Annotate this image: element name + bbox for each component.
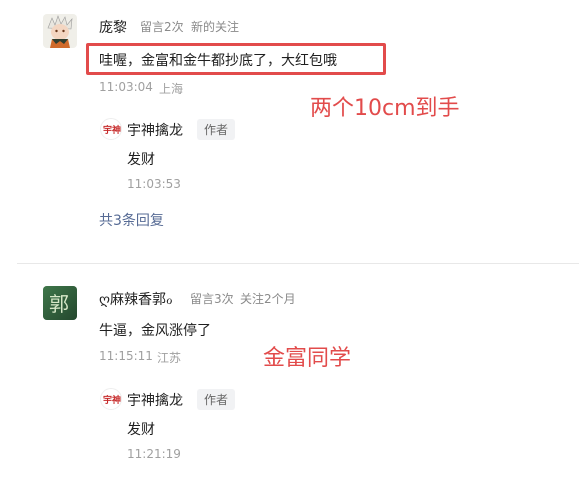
comment-text: 牛逼，金风涨停了 (99, 323, 211, 339)
user-avatar-1[interactable] (43, 14, 77, 48)
comment-count: 留言3次 (190, 292, 234, 306)
reply-author-name[interactable]: 宇神擒龙 (127, 120, 183, 140)
reply-text: 发财 (127, 152, 155, 168)
comment-username[interactable]: ღ麻辣香郭ℴ (99, 289, 172, 309)
reply-time: 11:21:19 (127, 447, 181, 461)
author-avatar[interactable]: 宇神 (100, 118, 122, 140)
view-more-replies-link[interactable]: 共3条回复 (99, 210, 164, 230)
author-badge: 作者 (197, 389, 236, 410)
green-calligraphy-avatar-icon: 郭 (43, 286, 77, 320)
reply-text: 发财 (127, 422, 155, 438)
reply-time: 11:03:53 (127, 177, 181, 191)
follow-status: 新的关注 (191, 20, 240, 34)
comment-location: 上海 (159, 82, 184, 96)
annotation-text: 两个10cm到手 (310, 96, 460, 121)
svg-text:宇神: 宇神 (103, 124, 121, 136)
svg-text:郭: 郭 (49, 292, 69, 316)
comment-count: 留言2次 (140, 20, 184, 34)
reply-author-name[interactable]: 宇神擒龙 (127, 390, 183, 410)
follow-status: 关注2个月 (240, 292, 296, 306)
author-badge: 作者 (197, 119, 236, 140)
user-avatar-2[interactable]: 郭 (43, 286, 77, 320)
comment-divider (17, 263, 579, 264)
comment-time: 11:15:11 (99, 349, 153, 363)
comment-time: 11:03:04 (99, 80, 153, 94)
comment-location: 江苏 (157, 351, 182, 365)
author-avatar[interactable]: 宇神 (100, 388, 122, 410)
annotation-text: 金富同学 (263, 346, 352, 371)
comment-text: 哇喔，金富和金牛都抄底了，大红包哦 (99, 53, 337, 69)
svg-text:宇神: 宇神 (103, 394, 121, 406)
red-calligraphy-logo-icon: 宇神 (103, 124, 121, 136)
comment-username[interactable]: 庞黎 (99, 17, 127, 37)
red-calligraphy-logo-icon: 宇神 (103, 394, 121, 406)
anime-character-avatar-icon (43, 14, 77, 48)
